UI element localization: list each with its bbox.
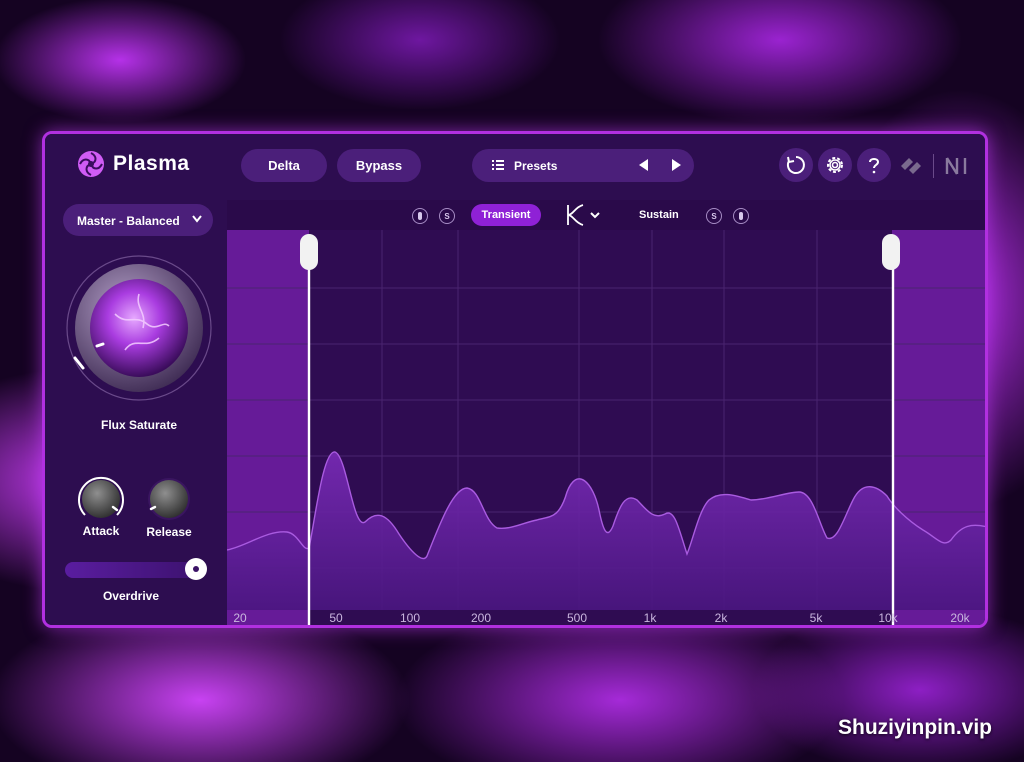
help-icon [869, 158, 880, 174]
spectrum-canvas [226, 230, 985, 625]
sustain-label[interactable]: Sustain [639, 209, 679, 221]
top-toolbar: Plasma Delta Bypass Presets [45, 134, 985, 200]
app-logo: Plasma [77, 150, 190, 178]
list-icon [492, 160, 504, 170]
app-title: Plasma [113, 152, 190, 175]
overdrive-label: Overdrive [102, 589, 160, 603]
presets-bar[interactable]: Presets [472, 149, 694, 182]
low-crossover-handle [300, 234, 318, 270]
previous-preset-icon[interactable] [639, 159, 648, 171]
gear-icon [827, 157, 843, 173]
flux-saturate-knob[interactable] [65, 254, 213, 402]
freq-label-100: 100 [399, 611, 421, 625]
sustain-mute-button[interactable] [733, 208, 749, 224]
freq-label-2k: 2k [714, 611, 728, 625]
plasma-swirl-icon [78, 151, 104, 177]
sustain-solo-button[interactable]: S [706, 208, 722, 224]
presets-label: Presets [514, 159, 558, 173]
flux-saturate-label: Flux Saturate [100, 418, 178, 432]
delta-button[interactable]: Delta [241, 149, 327, 182]
freq-label-500: 500 [566, 611, 588, 625]
freq-label-20: 20 [233, 611, 247, 625]
slider-handle-dot [193, 566, 199, 572]
release-label: Release [146, 525, 192, 539]
spectrum-graph[interactable]: 20 50 100 200 500 1k 2k 5k 10k 20k [226, 230, 985, 625]
overdrive-slider-handle[interactable] [185, 558, 207, 580]
release-knob[interactable] [143, 473, 195, 525]
freq-label-10k: 10k [878, 611, 898, 625]
watermark-text: Shuziyinpin.vip [838, 716, 993, 739]
history-icon [786, 156, 805, 174]
overdrive-slider-track[interactable] [65, 562, 197, 578]
next-preset-icon[interactable] [672, 159, 681, 171]
freq-label-20k: 20k [950, 611, 970, 625]
izotope-logo [901, 158, 921, 174]
shape-curve-icon[interactable] [565, 203, 605, 227]
mute-icon [418, 212, 422, 220]
master-preset-dropdown[interactable]: Master - Balanced [63, 204, 213, 236]
freq-label-200: 200 [470, 611, 492, 625]
transient-solo-button[interactable]: S [439, 208, 455, 224]
freq-label-1k: 1k [643, 611, 657, 625]
brand-separator [933, 154, 934, 178]
bypass-button[interactable]: Bypass [337, 149, 421, 182]
mute-icon [739, 212, 743, 220]
freq-label-50: 50 [329, 611, 343, 625]
master-preset-value: Master - Balanced [77, 214, 180, 228]
transient-button[interactable]: Transient [471, 204, 541, 226]
ni-logo [945, 157, 967, 175]
chevron-down-icon [192, 215, 202, 223]
help-button[interactable] [857, 148, 891, 182]
left-sidebar: Master - Balanced Flux Saturate Attack R… [45, 200, 227, 625]
attack-label: Attack [82, 524, 120, 538]
transient-mute-button[interactable] [412, 208, 428, 224]
high-crossover-handle [882, 234, 900, 270]
attack-knob[interactable] [75, 473, 127, 525]
freq-label-5k: 5k [809, 611, 823, 625]
history-button[interactable] [779, 148, 813, 182]
settings-button[interactable] [818, 148, 852, 182]
plasma-plugin-window: Plasma Delta Bypass Presets Master - Bal… [42, 131, 988, 628]
band-controls-row: S Transient Sustain S [227, 200, 985, 230]
